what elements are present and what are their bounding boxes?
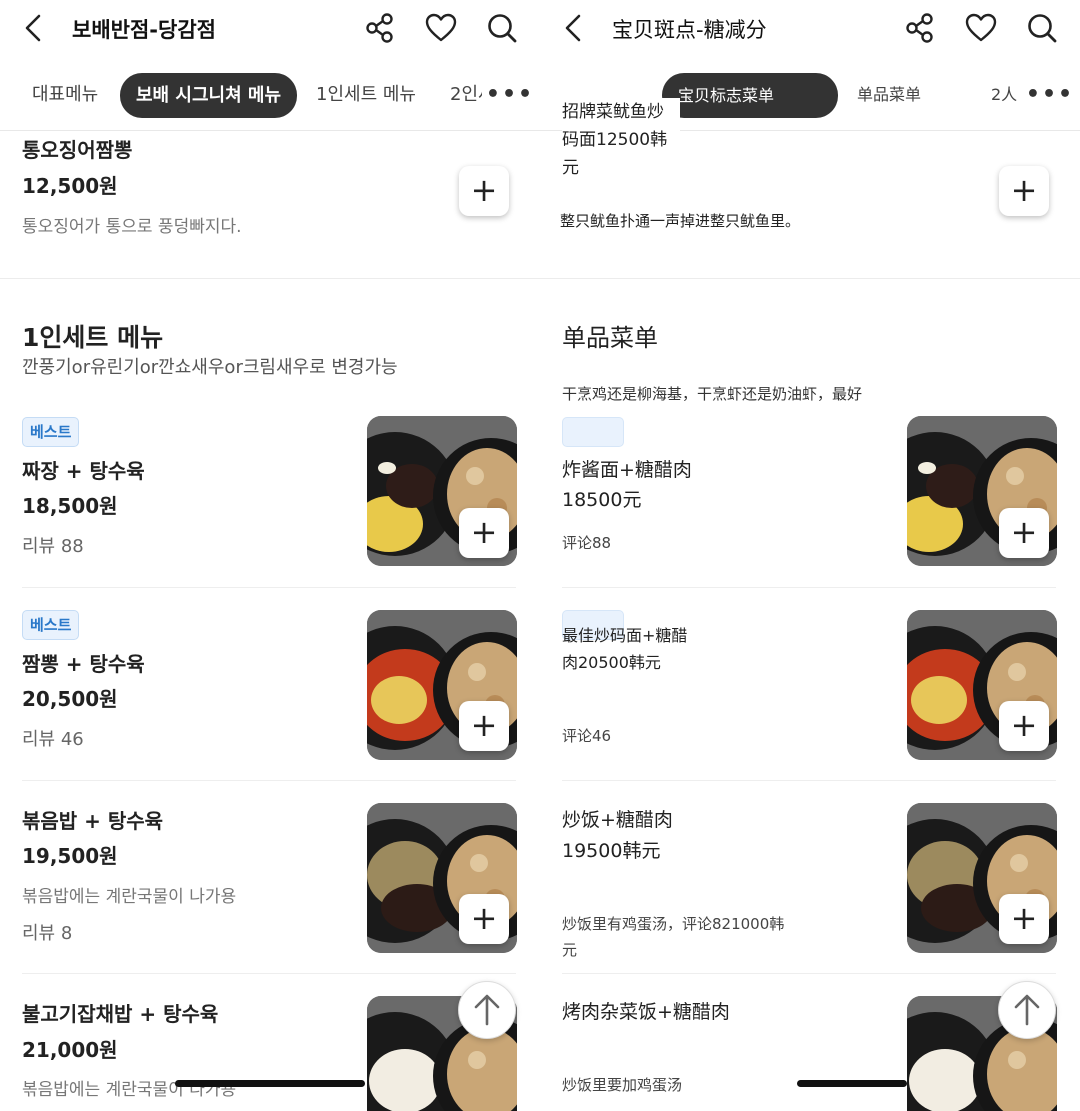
home-indicator xyxy=(175,1080,365,1087)
menu-item-description: 볶음밥에는 계란국물이 나가용 xyxy=(22,887,237,907)
best-badge: 베스트 xyxy=(22,610,80,640)
divider xyxy=(22,780,516,781)
korean-menu-screen: 보배반점-당감점 대표메뉴 보배 시그니쳐 메뉴 1인세트 메뉴 2인세 •••… xyxy=(0,0,540,1111)
section-title: 1인세트 메뉴 xyxy=(22,323,164,352)
divider xyxy=(540,278,1080,279)
menu-item-name[interactable]: 짜장 + 탕수육 xyxy=(22,455,145,484)
add-button[interactable]: + xyxy=(999,894,1049,944)
divider xyxy=(0,130,540,131)
section-subtitle: 깐풍기or유린기or깐쇼새우or크림새우로 변경가능 xyxy=(22,357,398,378)
review-count: 评论88 xyxy=(562,534,612,552)
menu-item-name: 통오징어짬뽕 xyxy=(22,138,133,162)
menu-item-name[interactable]: 炸酱面+糖醋肉18500元 xyxy=(562,455,702,515)
tab-single-set-menu[interactable]: 1인세트 메뉴 xyxy=(316,78,416,112)
page-title: 宝贝斑点-糖减分 xyxy=(612,18,767,42)
menu-item-name[interactable]: 짬뽕 + 탕수육 xyxy=(22,648,145,677)
arrow-up-icon xyxy=(1014,994,1040,1026)
menu-item-description: 整只鱿鱼扑通一声掉进整只鱿鱼里。 xyxy=(560,212,801,230)
section-subtitle: 干烹鸡还是柳海基，干烹虾还是奶油虾，最好 xyxy=(562,385,863,403)
divider xyxy=(22,587,516,588)
menu-item-price: 19,500원 xyxy=(22,844,118,868)
divider xyxy=(562,973,1056,974)
chevron-left-icon[interactable] xyxy=(556,10,592,46)
add-button[interactable]: + xyxy=(459,166,509,216)
more-dots-icon[interactable]: ••• xyxy=(1022,81,1078,111)
search-icon[interactable] xyxy=(1024,10,1060,46)
menu-item-price: 19500韩元 xyxy=(562,840,661,862)
menu-item-name: 招牌菜鱿鱼炒码面12500韩元 xyxy=(562,98,680,182)
menu-item-description: 볶음밥에는 계란국물이 나가용 xyxy=(22,1080,237,1100)
menu-item-description: 炒饭里有鸡蛋汤，评论821000韩元 xyxy=(562,915,785,959)
best-badge xyxy=(562,417,624,447)
menu-item-price: 18,500원 xyxy=(22,494,118,518)
scroll-to-top-button[interactable] xyxy=(458,981,516,1039)
tab-main-menu[interactable]: 대표메뉴 xyxy=(32,78,98,112)
tab-signature-menu[interactable]: 보배 시그니쳐 메뉴 xyxy=(120,73,298,118)
divider xyxy=(22,973,516,974)
section-title: 单品菜单 xyxy=(562,324,658,352)
tab-signature-menu[interactable]: 宝贝标志菜单 xyxy=(662,73,838,118)
heart-icon[interactable] xyxy=(963,10,999,46)
menu-item-name[interactable]: 볶음밥 + 탕수육 xyxy=(22,805,163,834)
divider xyxy=(562,587,1056,588)
share-icon[interactable] xyxy=(362,10,398,46)
add-button[interactable]: + xyxy=(999,166,1049,216)
category-tabs: 대표메뉴 보배 시그니쳐 메뉴 1인세트 메뉴 2인세 ••• xyxy=(0,66,540,126)
scroll-to-top-button[interactable] xyxy=(998,981,1056,1039)
page-title: 보배반점-당감점 xyxy=(72,18,216,42)
menu-item-price: 20,500원 xyxy=(22,687,118,711)
menu-item-price: 21,000원 xyxy=(22,1038,118,1062)
review-count: 리뷰 46 xyxy=(22,729,84,750)
menu-item-name[interactable]: 불고기잡채밥 + 탕수육 xyxy=(22,998,218,1027)
add-button[interactable]: + xyxy=(999,701,1049,751)
add-button[interactable]: + xyxy=(999,508,1049,558)
add-button[interactable]: + xyxy=(459,508,509,558)
chevron-left-icon[interactable] xyxy=(16,10,52,46)
arrow-up-icon xyxy=(474,994,500,1026)
menu-item-description: 炒饭里要加鸡蛋汤 xyxy=(562,1076,683,1094)
divider xyxy=(562,780,1056,781)
app-header: 宝贝斑点-糖减分 xyxy=(540,0,1080,58)
menu-item-description: 통오징어가 통으로 풍덩빠지다. xyxy=(22,217,242,237)
heart-icon[interactable] xyxy=(423,10,459,46)
divider xyxy=(0,278,540,279)
chinese-menu-screen: 宝贝斑点-糖减分 宝贝标志菜单 单品菜单 2人 ••• 招牌菜鱿鱼炒码面1250… xyxy=(540,0,1080,1111)
review-count: 리뷰 88 xyxy=(22,536,84,557)
share-icon[interactable] xyxy=(902,10,938,46)
search-icon[interactable] xyxy=(484,10,520,46)
menu-item-name[interactable]: 最佳炒码面+糖醋肉20500韩元 xyxy=(562,622,688,676)
app-header: 보배반점-당감점 xyxy=(0,0,540,58)
add-button[interactable]: + xyxy=(459,701,509,751)
tab-single-menu[interactable]: 单品菜单 xyxy=(857,78,921,112)
review-count: 评论46 xyxy=(562,727,612,745)
best-badge: 베스트 xyxy=(22,417,80,447)
home-indicator xyxy=(797,1080,907,1087)
menu-item-price: 12,500원 xyxy=(22,174,118,198)
review-count: 리뷰 8 xyxy=(22,923,73,944)
tab-two-person-menu[interactable]: 2人 xyxy=(991,78,1017,112)
menu-item-name[interactable]: 烤肉杂菜饭+糖醋肉 xyxy=(562,997,730,1027)
more-dots-icon[interactable]: ••• xyxy=(482,81,538,111)
menu-item-name[interactable]: 炒饭+糖醋肉 xyxy=(562,805,673,835)
add-button[interactable]: + xyxy=(459,894,509,944)
